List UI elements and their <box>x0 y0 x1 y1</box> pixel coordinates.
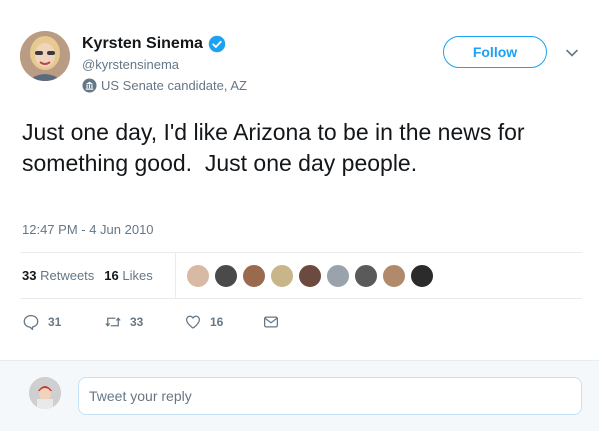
liker-avatar[interactable] <box>298 264 322 288</box>
retweets-label: Retweets <box>40 268 95 283</box>
author-handle[interactable]: @kyrstensinema <box>82 57 179 72</box>
likes-count: 16 <box>104 268 119 283</box>
reply-placeholder: Tweet your reply <box>89 388 192 404</box>
retweet-action[interactable]: 33 <box>104 313 143 331</box>
retweets-count: 33 <box>22 268 37 283</box>
tweet-card: Kyrsten Sinema @kyrstensinema US Senate … <box>0 0 599 360</box>
chevron-down-icon[interactable] <box>565 46 579 60</box>
liker-avatar[interactable] <box>354 264 378 288</box>
reply-composer: Tweet your reply <box>0 360 599 431</box>
like-action[interactable]: 16 <box>184 313 223 331</box>
current-user-avatar-image <box>29 377 61 409</box>
author-avatar[interactable] <box>20 31 70 81</box>
author-name[interactable]: Kyrsten Sinema <box>82 35 203 53</box>
liker-avatar[interactable] <box>270 264 294 288</box>
liker-avatar[interactable] <box>186 264 210 288</box>
reply-count: 31 <box>48 315 62 329</box>
author-name-row[interactable]: Kyrsten Sinema <box>82 35 226 53</box>
divider-bottom <box>20 298 582 299</box>
author-avatar-image <box>20 31 70 81</box>
liker-avatar[interactable] <box>242 264 266 288</box>
retweets-stat[interactable]: 33 Retweets <box>22 268 94 283</box>
verified-badge-icon <box>208 35 226 53</box>
liker-avatar[interactable] <box>382 264 406 288</box>
liker-avatar[interactable] <box>410 264 434 288</box>
tweet-stats: 33 Retweets 16 Likes <box>22 268 153 283</box>
government-building-icon <box>82 78 97 93</box>
tweet-text: Just one day, I'd like Arizona to be in … <box>22 119 531 176</box>
reply-input[interactable]: Tweet your reply <box>78 377 582 415</box>
liker-avatar[interactable] <box>214 264 238 288</box>
current-user-avatar[interactable] <box>29 377 61 409</box>
like-count: 16 <box>210 315 224 329</box>
likes-stat[interactable]: 16 Likes <box>104 268 152 283</box>
likes-label: Likes <box>122 268 153 283</box>
stats-separator <box>175 252 176 298</box>
heart-icon <box>185 315 201 329</box>
reply-icon <box>23 314 39 330</box>
envelope-icon <box>263 316 279 328</box>
government-label-text: US Senate candidate, AZ <box>101 78 247 93</box>
tweet-timestamp[interactable]: 12:47 PM - 4 Jun 2010 <box>22 222 154 237</box>
retweet-count: 33 <box>130 315 144 329</box>
direct-message-action[interactable] <box>262 313 280 331</box>
divider-top <box>20 252 582 253</box>
government-label: US Senate candidate, AZ <box>82 78 247 93</box>
follow-button[interactable]: Follow <box>443 36 547 68</box>
reply-action[interactable]: 31 <box>22 313 61 331</box>
retweet-icon <box>105 317 121 327</box>
liker-avatar[interactable] <box>326 264 350 288</box>
